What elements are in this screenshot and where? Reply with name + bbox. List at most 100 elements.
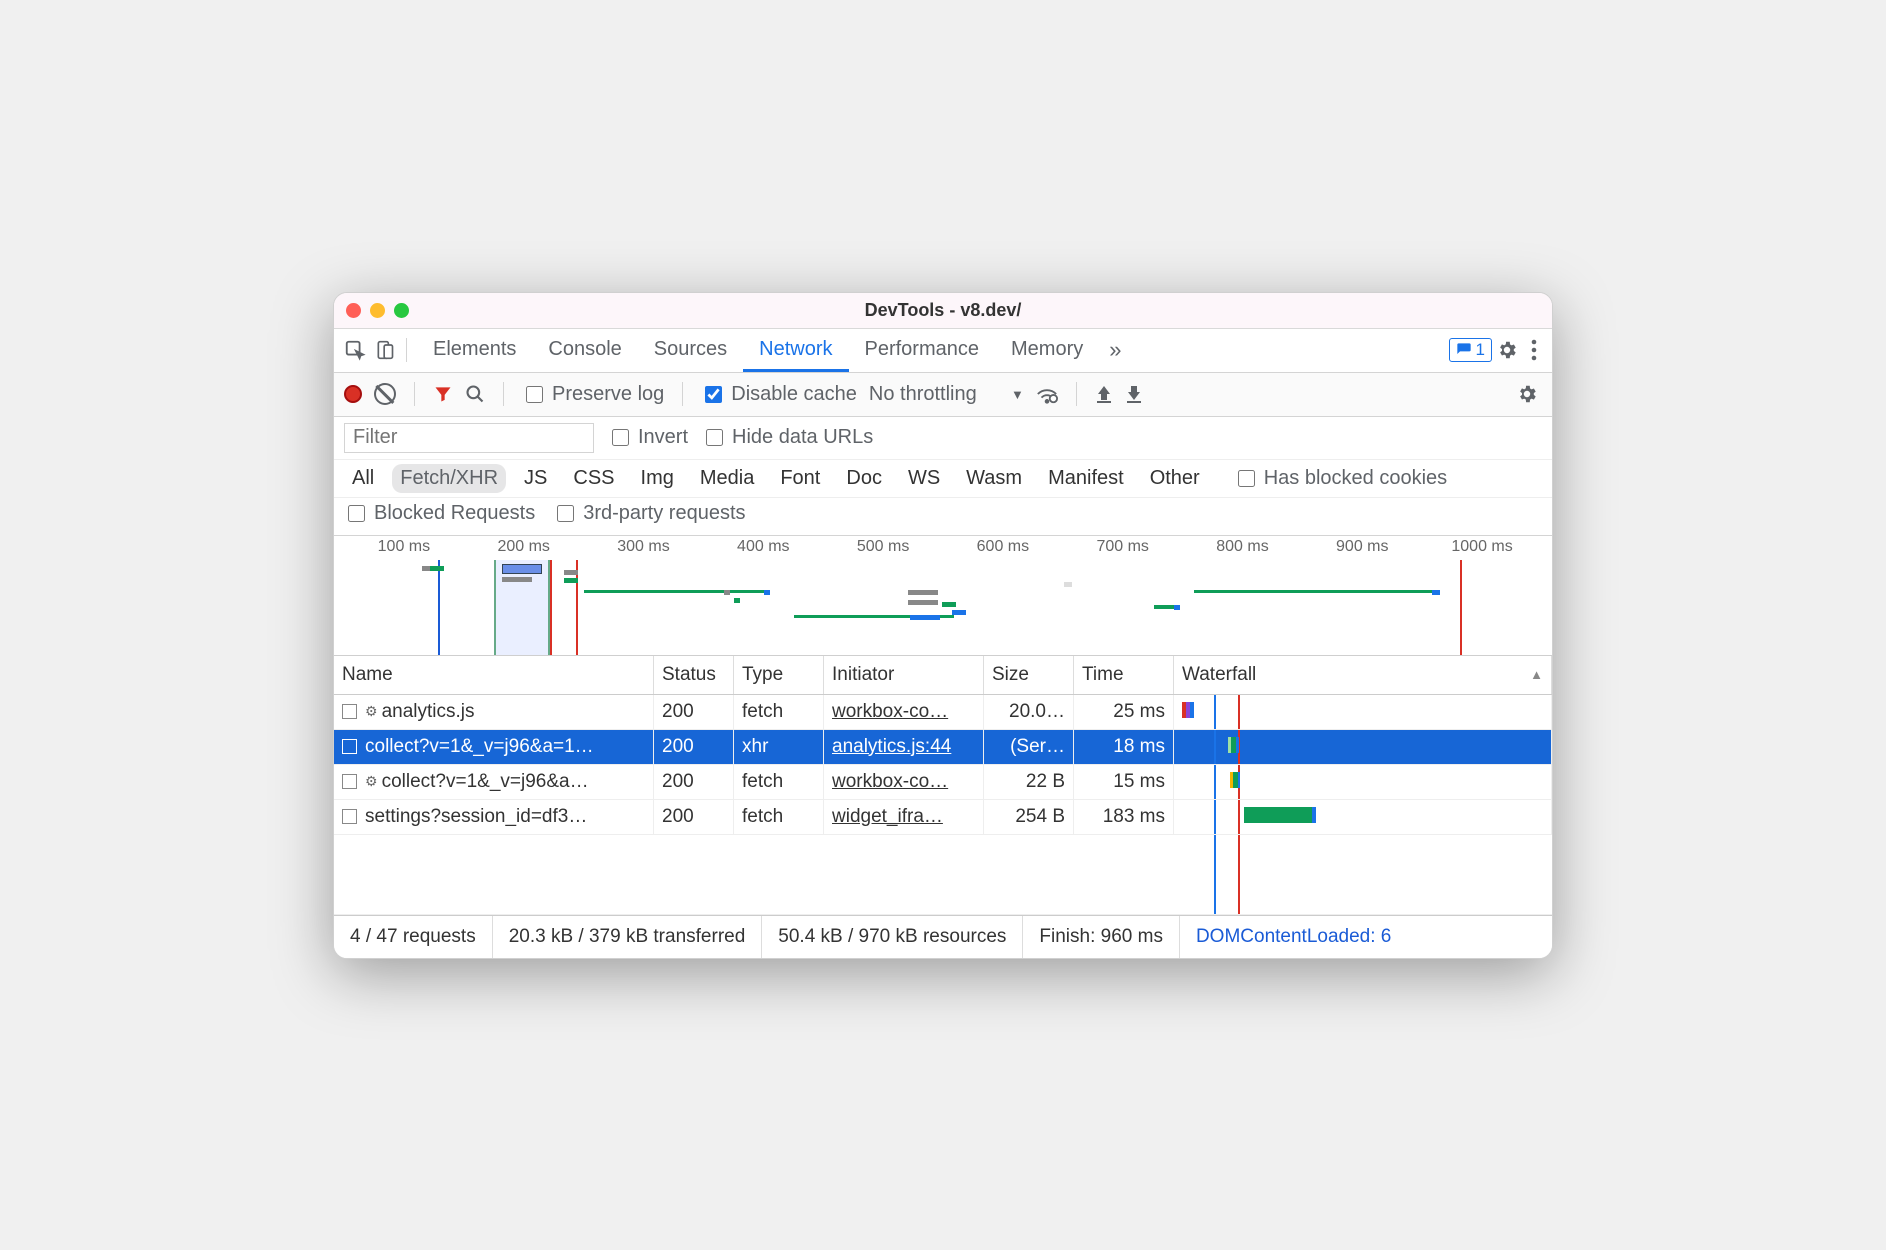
type-filter-wasm[interactable]: Wasm xyxy=(958,464,1030,493)
table-row[interactable]: ⚙collect?v=1&_v=j96&a…200fetchworkbox-co… xyxy=(334,765,1552,800)
preserve-log-checkbox[interactable]: Preserve log xyxy=(522,383,664,406)
col-time[interactable]: Time xyxy=(1074,656,1174,694)
tab-performance[interactable]: Performance xyxy=(849,330,996,371)
more-tabs-icon[interactable]: » xyxy=(1099,329,1131,371)
invert-checkbox[interactable]: Invert xyxy=(608,426,688,449)
tick: 600 ms xyxy=(943,538,1063,556)
col-initiator[interactable]: Initiator xyxy=(824,656,984,694)
cell-type: fetch xyxy=(734,695,824,729)
table-row[interactable]: collect?v=1&_v=j96&a=1… 200xhr analytics.j… xyxy=(334,730,1552,765)
initiator-link[interactable]: workbox-co… xyxy=(832,701,948,723)
disable-cache-checkbox[interactable]: Disable cache xyxy=(701,383,857,406)
type-filter-other[interactable]: Other xyxy=(1142,464,1208,493)
request-table-body: ⚙analytics.js200fetchworkbox-co…20.0…25 … xyxy=(334,695,1552,835)
table-empty-space xyxy=(334,835,1552,915)
type-filter-manifest[interactable]: Manifest xyxy=(1040,464,1132,493)
cell-waterfall xyxy=(1174,765,1552,799)
devtools-window: DevTools - v8.dev/ ElementsConsoleSource… xyxy=(333,292,1553,959)
row-checkbox[interactable] xyxy=(342,809,357,824)
inspect-icon[interactable] xyxy=(340,336,370,364)
search-icon[interactable] xyxy=(465,384,485,404)
cell-initiator: workbox-co… xyxy=(824,765,984,799)
type-filter-doc[interactable]: Doc xyxy=(838,464,890,493)
type-filter-img[interactable]: Img xyxy=(633,464,682,493)
table-row[interactable]: settings?session_id=df3…200fetchwidget_i… xyxy=(334,800,1552,835)
filter-input[interactable] xyxy=(344,423,594,453)
issues-count: 1 xyxy=(1476,340,1485,360)
timeline-body xyxy=(334,560,1552,655)
blocked-requests-checkbox[interactable]: Blocked Requests xyxy=(344,502,535,525)
status-transferred: 20.3 kB / 379 kB transferred xyxy=(493,916,763,958)
divider xyxy=(503,382,504,406)
has-blocked-cookies-checkbox[interactable]: Has blocked cookies xyxy=(1234,467,1447,490)
gear-icon: ⚙ xyxy=(365,773,378,790)
tick: 200 ms xyxy=(464,538,584,556)
chevron-down-icon: ▼ xyxy=(1011,387,1024,402)
third-party-checkbox[interactable]: 3rd-party requests xyxy=(553,502,745,525)
cell-name: settings?session_id=df3… xyxy=(334,800,654,834)
network-toolbar: Preserve log Disable cache No throttling… xyxy=(334,373,1552,417)
type-filter-media[interactable]: Media xyxy=(692,464,762,493)
kebab-icon[interactable] xyxy=(1522,339,1546,361)
invert-label: Invert xyxy=(638,426,688,449)
col-name[interactable]: Name xyxy=(334,656,654,694)
settings-icon[interactable] xyxy=(1492,339,1522,361)
request-name: collect?v=1&_v=j96&a=1… xyxy=(365,736,594,758)
col-status[interactable]: Status xyxy=(654,656,734,694)
type-filter-fetch-xhr[interactable]: Fetch/XHR xyxy=(392,464,506,493)
initiator-link[interactable]: widget_ifra… xyxy=(832,806,943,828)
type-filter-row-2: Blocked Requests 3rd-party requests xyxy=(334,498,1552,536)
filter-icon[interactable] xyxy=(433,384,453,404)
third-party-label: 3rd-party requests xyxy=(583,502,745,525)
cell-initiator: widget_ifra… xyxy=(824,800,984,834)
col-size[interactable]: Size xyxy=(984,656,1074,694)
cell-type: fetch xyxy=(734,765,824,799)
cell-size: (Ser… xyxy=(984,730,1074,764)
type-filter-css[interactable]: CSS xyxy=(565,464,622,493)
throttling-select[interactable]: No throttling ▼ xyxy=(869,383,1024,406)
col-waterfall[interactable]: Waterfall ▲ xyxy=(1174,656,1552,694)
download-har-icon[interactable] xyxy=(1125,384,1143,404)
network-conditions-icon[interactable] xyxy=(1036,384,1058,404)
cell-name: collect?v=1&_v=j96&a=1… xyxy=(334,730,654,764)
initiator-link[interactable]: workbox-co… xyxy=(832,771,948,793)
request-name: collect?v=1&_v=j96&a… xyxy=(382,771,589,793)
col-type[interactable]: Type xyxy=(734,656,824,694)
status-bar: 4 / 47 requests 20.3 kB / 379 kB transfe… xyxy=(334,915,1552,958)
table-row[interactable]: ⚙analytics.js200fetchworkbox-co…20.0…25 … xyxy=(334,695,1552,730)
tick: 500 ms xyxy=(823,538,943,556)
status-resources: 50.4 kB / 970 kB resources xyxy=(762,916,1023,958)
row-checkbox[interactable] xyxy=(342,704,357,719)
type-filter-font[interactable]: Font xyxy=(772,464,828,493)
cell-status: 200 xyxy=(654,730,734,764)
type-filter-js[interactable]: JS xyxy=(516,464,555,493)
window-title: DevTools - v8.dev/ xyxy=(334,300,1552,321)
clear-button[interactable] xyxy=(374,383,396,405)
titlebar: DevTools - v8.dev/ xyxy=(334,293,1552,329)
row-checkbox[interactable] xyxy=(342,739,357,754)
initiator-link[interactable]: analytics.js:44 xyxy=(832,736,951,758)
record-button[interactable] xyxy=(344,385,362,403)
cell-size: 20.0… xyxy=(984,695,1074,729)
device-icon[interactable] xyxy=(370,336,400,364)
upload-har-icon[interactable] xyxy=(1095,384,1113,404)
filter-row: Invert Hide data URLs xyxy=(334,417,1552,460)
issues-badge[interactable]: 1 xyxy=(1449,338,1492,362)
timeline-overview[interactable]: 100 ms200 ms300 ms400 ms500 ms600 ms700 … xyxy=(334,536,1552,656)
type-filter-all[interactable]: All xyxy=(344,464,382,493)
type-filter-ws[interactable]: WS xyxy=(900,464,948,493)
tab-sources[interactable]: Sources xyxy=(638,330,743,371)
cell-initiator: analytics.js:44 xyxy=(824,730,984,764)
hide-data-urls-checkbox[interactable]: Hide data URLs xyxy=(702,426,873,449)
divider xyxy=(1076,382,1077,406)
tab-console[interactable]: Console xyxy=(532,330,637,371)
row-checkbox[interactable] xyxy=(342,774,357,789)
tab-memory[interactable]: Memory xyxy=(995,330,1099,371)
network-settings-icon[interactable] xyxy=(1512,383,1542,405)
cell-size: 254 B xyxy=(984,800,1074,834)
cell-name: ⚙analytics.js xyxy=(334,695,654,729)
request-name: settings?session_id=df3… xyxy=(365,806,587,828)
tab-elements[interactable]: Elements xyxy=(417,330,532,371)
tab-network[interactable]: Network xyxy=(743,330,848,372)
cell-type: xhr xyxy=(734,730,824,764)
